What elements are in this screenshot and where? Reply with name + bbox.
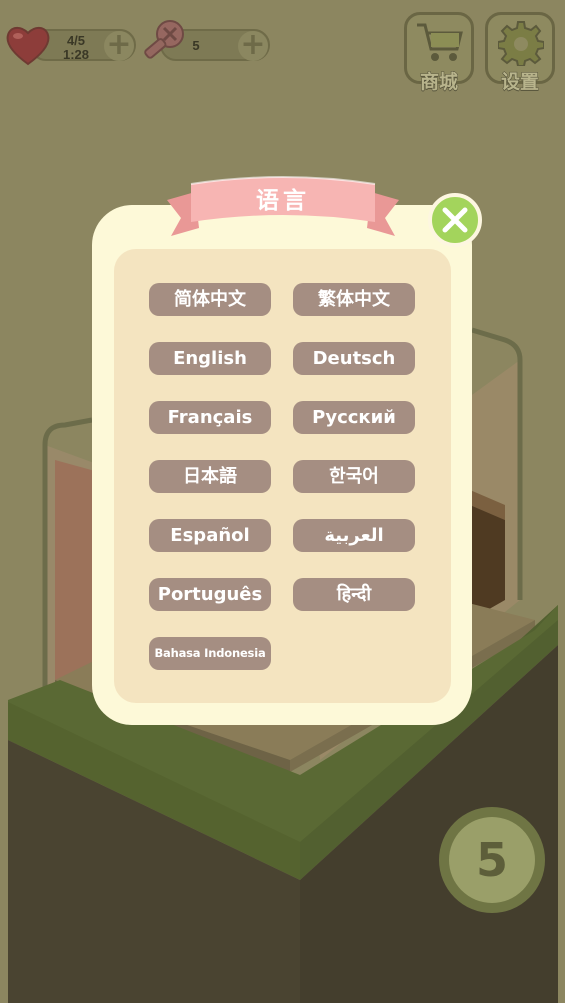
shop-button[interactable]: 商城 <box>404 12 474 94</box>
language-option-zh-hant[interactable]: 繁体中文 <box>293 283 415 316</box>
dialog-title: 语言 <box>256 188 310 214</box>
language-option-hindi[interactable]: हिन्दी <box>293 578 415 611</box>
language-option-zh-hans[interactable]: 简体中文 <box>149 283 271 316</box>
screw-icon <box>144 20 184 59</box>
level-number: 5 <box>475 833 508 887</box>
add-screws-button[interactable]: + <box>238 30 268 61</box>
language-option-german[interactable]: Deutsch <box>293 342 415 375</box>
language-option-korean[interactable]: 한국어 <box>293 460 415 493</box>
lives-count: 4/5 <box>66 33 86 48</box>
shop-label: 商城 <box>419 71 458 94</box>
language-list: 简体中文 繁体中文 English Deutsch Français Русск… <box>114 249 451 703</box>
language-option-portuguese[interactable]: Português <box>149 578 271 611</box>
language-dialog: 简体中文 繁体中文 English Deutsch Français Русск… <box>92 205 472 725</box>
shopping-cart-icon <box>417 23 463 61</box>
screws-count: 5 <box>192 38 200 53</box>
level-indicator[interactable]: 5 <box>439 807 545 913</box>
language-option-japanese[interactable]: 日本語 <box>149 460 271 493</box>
close-button[interactable] <box>428 193 482 247</box>
language-option-russian[interactable]: Русский <box>293 401 415 434</box>
language-option-arabic[interactable]: العربية <box>293 519 415 552</box>
language-option-french[interactable]: Français <box>149 401 271 434</box>
settings-button[interactable]: 设置 <box>485 12 555 94</box>
settings-label: 设置 <box>500 71 539 94</box>
close-x-icon <box>442 207 468 233</box>
language-option-spanish[interactable]: Español <box>149 519 271 552</box>
language-option-indonesian[interactable]: Bahasa Indonesia <box>149 637 271 670</box>
lives-timer: 1:28 <box>62 47 90 62</box>
gear-icon <box>498 21 544 66</box>
plus-icon: + <box>240 27 266 62</box>
add-lives-button[interactable]: + <box>104 30 134 61</box>
game-screen: 4/5 1:28 + 5 + 商城 设置 5 简体中文 繁体中文 English… <box>0 0 565 1003</box>
plus-icon: + <box>106 27 132 62</box>
language-option-english[interactable]: English <box>149 342 271 375</box>
heart-icon <box>6 27 50 66</box>
